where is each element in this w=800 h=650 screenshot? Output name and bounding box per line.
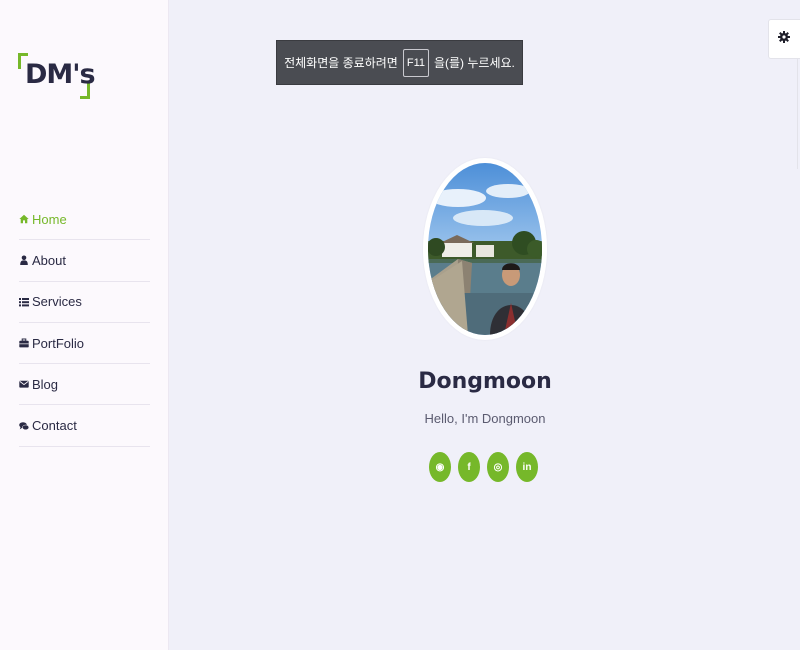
- nav-item-home[interactable]: Home: [19, 199, 150, 241]
- gear-icon: [778, 30, 790, 48]
- nav-item-about[interactable]: About: [19, 240, 150, 282]
- logo[interactable]: DM's: [18, 53, 96, 99]
- facebook-icon[interactable]: f: [458, 452, 480, 482]
- profile-name: Dongmoon: [418, 369, 552, 394]
- envelope-icon: [19, 379, 29, 389]
- github-icon[interactable]: ◉: [429, 452, 451, 482]
- nav-label-contact: Contact: [32, 418, 77, 434]
- nav-item-portfolio[interactable]: PortFolio: [19, 323, 150, 365]
- briefcase-icon: [19, 338, 29, 348]
- logo-text: DM's: [25, 59, 96, 90]
- social-links: ◉ f ◎ in: [429, 452, 538, 482]
- nav-item-contact[interactable]: Contact: [19, 405, 150, 447]
- list-icon: [19, 297, 29, 307]
- settings-toggle-button[interactable]: [768, 19, 800, 59]
- nav-label-blog: Blog: [32, 376, 59, 392]
- toast-text-after: 을(를) 누르세요.: [433, 56, 515, 70]
- toast-text-before: 전체화면을 종료하려면: [284, 56, 398, 70]
- toast-key-badge: F11: [402, 48, 429, 77]
- instagram-icon[interactable]: ◎: [487, 452, 509, 482]
- home-icon: [19, 214, 29, 224]
- nav-label-home: Home: [32, 211, 67, 227]
- fullscreen-exit-toast: 전체화면을 종료하려면 F11 을(를) 누르세요.: [276, 40, 523, 85]
- nav-item-blog[interactable]: Blog: [19, 364, 150, 406]
- profile-photo: [423, 158, 547, 340]
- user-icon: [19, 255, 29, 266]
- linkedin-icon[interactable]: in: [516, 452, 538, 482]
- nav-item-services[interactable]: Services: [19, 282, 150, 323]
- profile-tagline: Hello, I'm Dongmoon: [424, 411, 546, 426]
- main-nav: Home About Services PortFolio Blog Conta…: [19, 199, 150, 447]
- nav-label-about: About: [32, 252, 66, 268]
- sidebar: DM's Home About Services PortFolio Blog …: [0, 0, 169, 650]
- nav-label-services: Services: [32, 294, 82, 310]
- comments-icon: [19, 421, 29, 431]
- nav-label-portfolio: PortFolio: [32, 335, 85, 351]
